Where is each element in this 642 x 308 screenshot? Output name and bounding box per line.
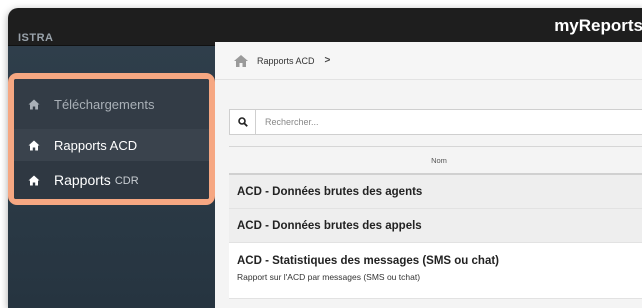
sidebar-item-telechargements[interactable]: Téléchargements [14,79,209,129]
sidebar-item-rapports-acd[interactable]: Rapports ACD [14,129,209,161]
main-content: Rapports ACD > Nom ACD - Données brutes … [215,42,642,308]
breadcrumb: Rapports ACD > [215,42,642,80]
report-title[interactable]: ACD - Données brutes des appels [237,220,422,232]
home-icon[interactable] [233,54,249,68]
search-icon[interactable] [230,110,256,134]
report-title[interactable]: ACD - Données brutes des agents [237,186,422,198]
reports-table: Nom ACD - Données brutes des agents ACD … [229,146,642,299]
app-title: myReports [554,16,642,35]
menu-highlight-callout: Téléchargements Rapports ACD Rapports CD… [8,73,215,205]
sidebar-menu: Téléchargements Rapports ACD Rapports CD… [14,79,209,199]
breadcrumb-item-rapports-acd[interactable]: Rapports ACD [257,56,315,66]
sidebar-item-label: Téléchargements [54,96,155,112]
table-row[interactable]: ACD - Données brutes des appels [229,209,642,243]
search-bar [229,109,642,135]
report-description: Rapport sur l'ACD par messages (SMS ou t… [237,272,421,282]
sidebar-item-label: Rapports [54,172,111,188]
search-input[interactable] [256,117,636,127]
app-window: ISTRA by Oxitech myReports Rapports ACD … [8,8,642,308]
breadcrumb-separator: > [324,55,331,66]
top-bar: ISTRA by Oxitech myReports [8,8,642,50]
home-icon [28,175,40,185]
report-title[interactable]: ACD - Statistiques des messages (SMS ou … [237,255,499,267]
home-icon [28,140,40,150]
sidebar-item-label-suffix: CDR [114,174,139,187]
home-icon [28,99,40,109]
table-row[interactable]: ACD - Statistiques des messages (SMS ou … [229,243,642,299]
column-header-nom[interactable]: Nom [229,146,642,175]
logo-name: ISTRA [18,32,54,44]
sidebar-item-label: Rapports ACD [54,137,138,153]
table-row[interactable]: ACD - Données brutes des agents [229,175,642,209]
sidebar-item-rapports-cdr[interactable]: Rapports CDR [14,161,209,199]
